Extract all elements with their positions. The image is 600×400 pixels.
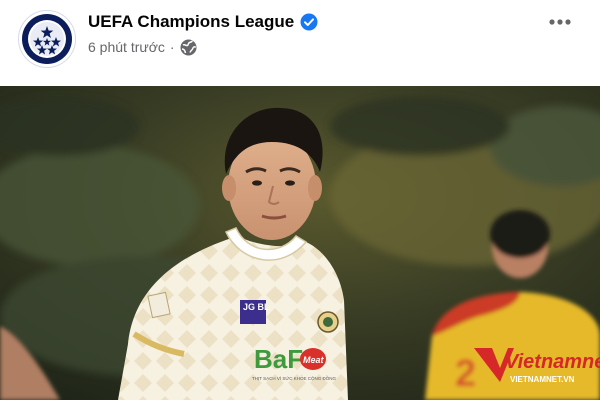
post-meta: 6 phút trước · <box>88 37 197 57</box>
sleeve-patch <box>147 291 171 319</box>
more-options-button[interactable] <box>542 8 578 36</box>
opponent-number: 2 <box>455 353 476 395</box>
post-photo[interactable]: 2 JG BL BaF Meat THỊT SẠCH VÌ SỨC KHỎE C… <box>0 86 600 400</box>
page-name-row: UEFA Champions League <box>88 11 318 33</box>
meta-separator: · <box>169 39 175 55</box>
post-timestamp[interactable]: 6 phút trước <box>88 39 165 55</box>
jersey-sponsor-badge: Meat <box>303 355 325 365</box>
post-header: UEFA Champions League 6 phút trước · <box>0 0 600 86</box>
globe-icon[interactable] <box>180 39 197 56</box>
page-name[interactable]: UEFA Champions League <box>88 12 294 32</box>
verified-badge-icon <box>300 13 318 31</box>
watermark-brand: Vietnamnet <box>505 351 600 373</box>
jersey-brand: JG BL <box>243 302 270 312</box>
post-image: 2 JG BL BaF Meat THỊT SẠCH VÌ SỨC KHỎE C… <box>0 86 600 400</box>
watermark-url: VIETNAMNET.VN <box>510 375 575 384</box>
page-avatar[interactable] <box>18 10 76 68</box>
more-options-icon <box>549 19 571 25</box>
jersey-sponsor-tagline: THỊT SẠCH VÌ SỨC KHỎE CỘNG ĐỒNG <box>252 375 337 381</box>
jersey-sponsor: BaF <box>254 344 303 374</box>
champions-league-logo-icon <box>22 14 72 64</box>
